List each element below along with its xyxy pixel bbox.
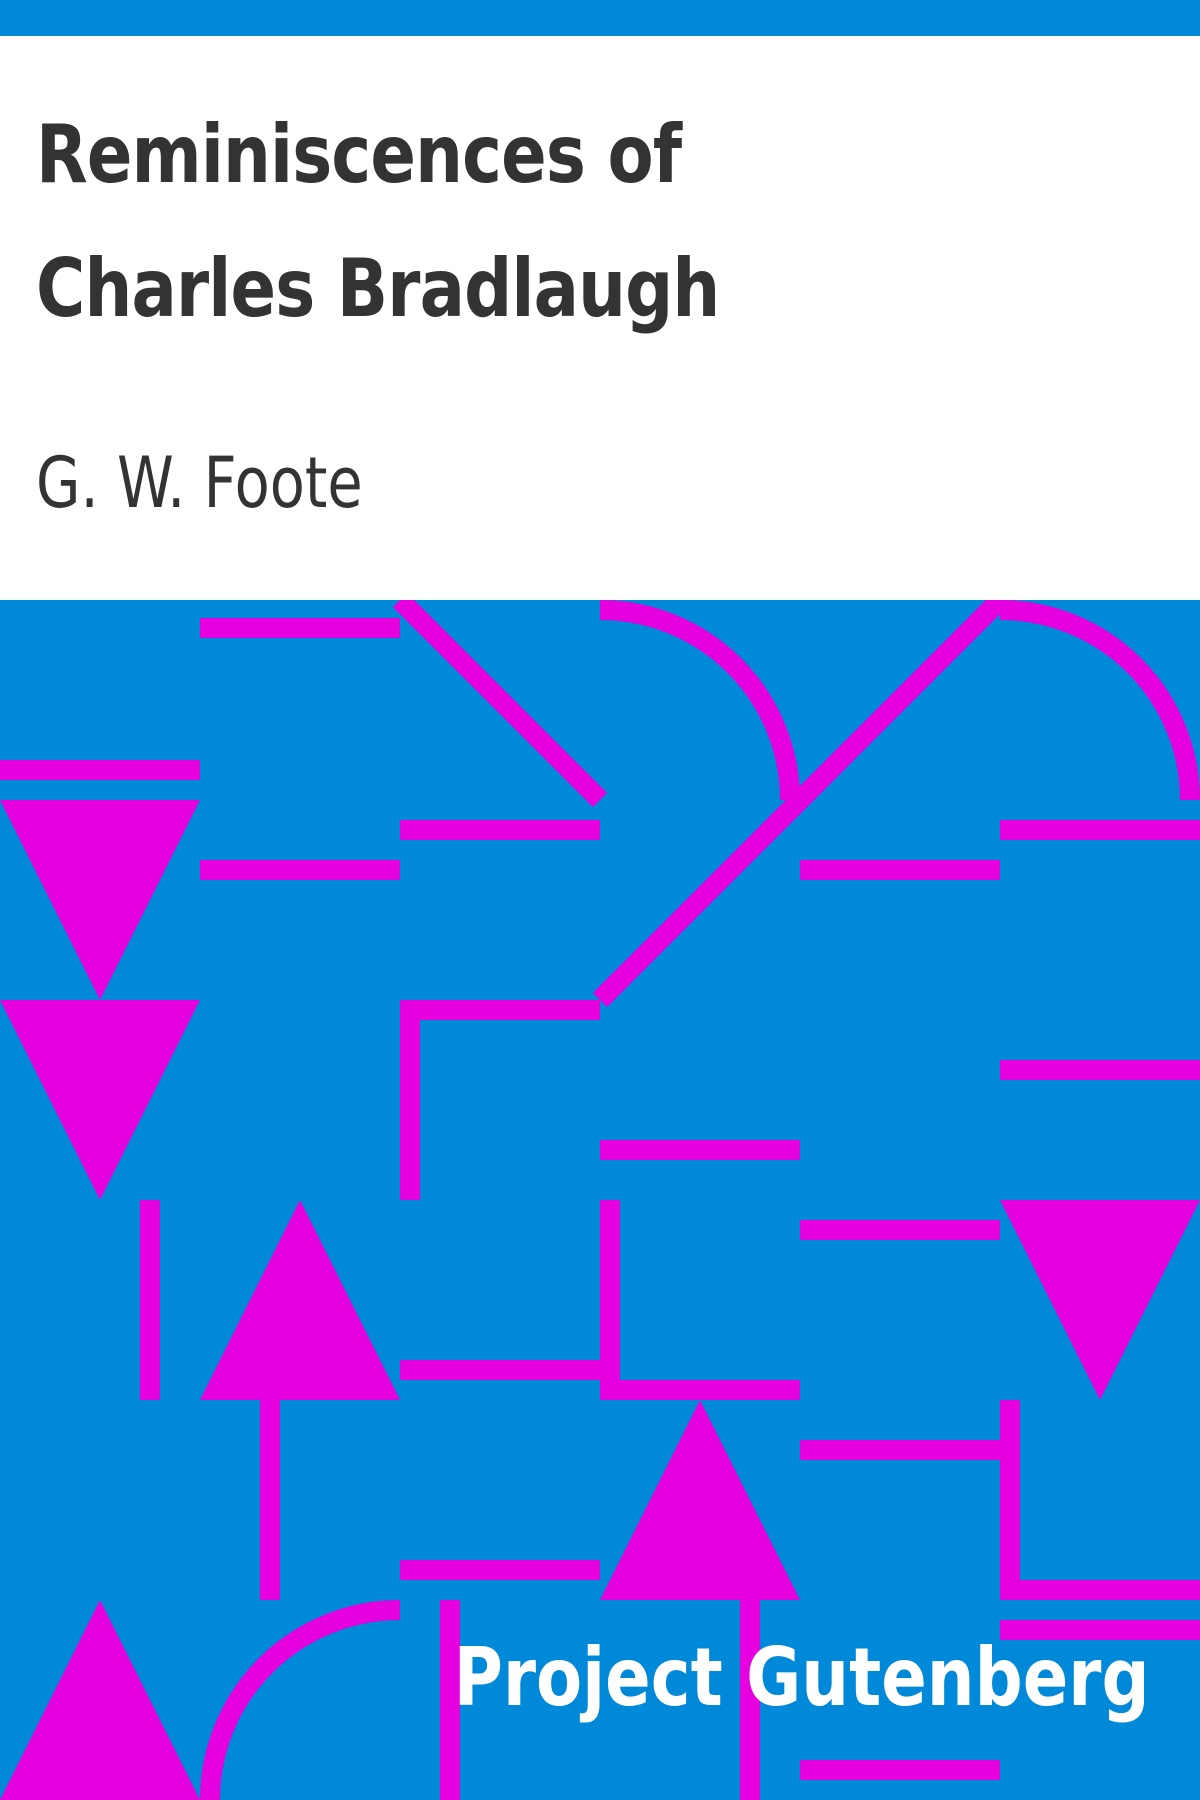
line-segment-icon	[400, 1000, 600, 1020]
line-segment-icon	[1000, 1580, 1200, 1600]
publisher-label: Project Gutenberg	[454, 1631, 1150, 1724]
line-segment-icon	[400, 1000, 420, 1200]
line-segment-icon	[1000, 820, 1200, 840]
top-accent-bar	[0, 0, 1200, 36]
line-segment-icon	[1000, 1060, 1200, 1080]
line-segment-icon	[800, 1760, 1000, 1780]
line-segment-icon	[600, 1140, 800, 1160]
line-segment-icon	[800, 1220, 1000, 1240]
book-title: Reminiscences of Charles Bradlaugh	[36, 108, 720, 335]
line-segment-icon	[0, 760, 200, 780]
line-segment-icon	[260, 1400, 280, 1600]
line-segment-icon	[140, 1200, 160, 1400]
cover-pattern	[0, 600, 1200, 1800]
line-segment-icon	[400, 1360, 600, 1380]
line-segment-icon	[600, 1380, 800, 1400]
book-cover: Reminiscences of Charles Bradlaugh G. W.…	[0, 0, 1200, 1800]
line-segment-icon	[800, 860, 1000, 880]
line-segment-icon	[400, 820, 600, 840]
book-author: G. W. Foote	[36, 442, 363, 524]
line-segment-icon	[600, 1200, 620, 1400]
line-segment-icon	[200, 860, 400, 880]
line-segment-icon	[1000, 1400, 1020, 1600]
line-segment-icon	[400, 1560, 600, 1580]
line-segment-icon	[800, 1440, 1000, 1460]
line-segment-icon	[200, 618, 400, 638]
